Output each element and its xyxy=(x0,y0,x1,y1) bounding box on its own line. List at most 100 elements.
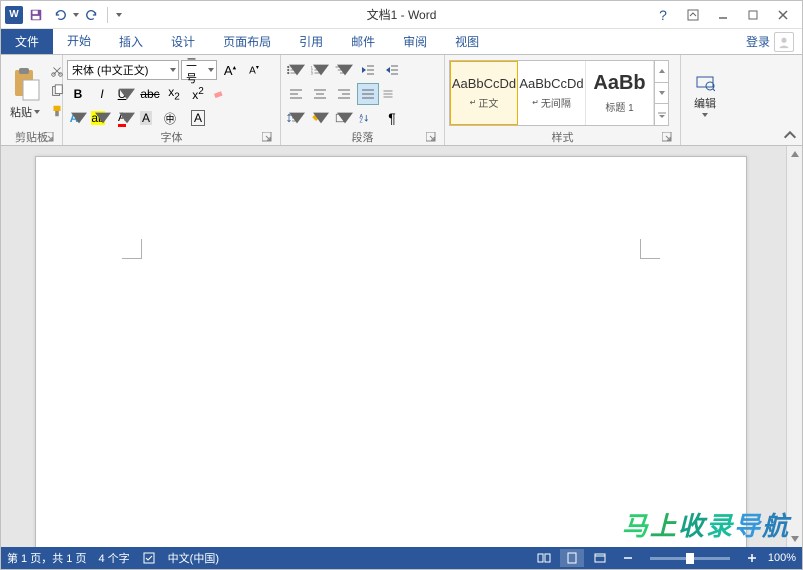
style-heading1[interactable]: AaBb 标题 1 xyxy=(586,61,654,125)
view-web-icon[interactable] xyxy=(588,549,612,567)
close-button[interactable] xyxy=(772,4,794,26)
tab-home[interactable]: 开始 xyxy=(53,29,105,54)
tab-insert[interactable]: 插入 xyxy=(105,29,157,54)
gallery-scroll xyxy=(654,61,668,125)
style-gallery: AaBbCcDd ↵正文 AaBbCcDd ↵无间隔 AaBb 标题 1 xyxy=(449,60,669,126)
zoom-slider[interactable] xyxy=(650,557,730,560)
gallery-up-icon[interactable] xyxy=(655,61,668,83)
help-button[interactable]: ? xyxy=(652,4,674,26)
tab-design[interactable]: 设计 xyxy=(157,29,209,54)
borders-icon[interactable] xyxy=(333,107,355,129)
undo-icon[interactable] xyxy=(49,4,71,26)
scroll-down-icon[interactable] xyxy=(787,531,802,547)
status-word-count[interactable]: 4 个字 xyxy=(98,550,129,566)
paste-button[interactable]: 粘贴 xyxy=(5,57,45,129)
align-right-icon[interactable] xyxy=(333,83,355,105)
char-border-icon[interactable]: A xyxy=(187,107,209,129)
italic-button[interactable]: I xyxy=(91,83,113,105)
tab-references[interactable]: 引用 xyxy=(285,29,337,54)
font-color-icon[interactable]: A xyxy=(115,107,137,129)
font-size-select[interactable]: 二号 xyxy=(181,60,217,80)
multilevel-list-icon[interactable] xyxy=(333,59,355,81)
align-justify-icon[interactable] xyxy=(357,83,379,105)
login-area[interactable]: 登录 xyxy=(746,29,802,54)
numbering-icon[interactable]: 123 xyxy=(309,59,331,81)
group-editing: 编辑 xyxy=(681,55,729,145)
quick-access-toolbar: W xyxy=(1,4,122,26)
style-normal[interactable]: AaBbCcDd ↵正文 xyxy=(450,61,518,125)
ribbon: 粘贴 剪贴板 宋体 (中文正文) 二号 xyxy=(1,54,802,146)
enclose-char-icon[interactable]: ㊥ xyxy=(163,107,185,129)
clear-formatting-icon[interactable] xyxy=(211,83,233,105)
zoom-out-icon[interactable] xyxy=(616,549,640,567)
shading-icon[interactable] xyxy=(309,107,331,129)
bullets-icon[interactable] xyxy=(285,59,307,81)
zoom-in-icon[interactable] xyxy=(740,549,764,567)
undo-dropdown-icon[interactable] xyxy=(73,13,79,17)
ribbon-display-options-icon[interactable] xyxy=(682,4,704,26)
grow-font-icon[interactable]: A▴ xyxy=(219,59,241,81)
strikethrough-icon[interactable]: abc xyxy=(139,83,161,105)
status-bar: 第 1 页，共 1 页 4 个字 中文(中国) 100% xyxy=(1,547,802,569)
minimize-button[interactable] xyxy=(712,4,734,26)
group-label-styles: 样式 xyxy=(449,129,676,145)
align-center-icon[interactable] xyxy=(309,83,331,105)
subscript-icon[interactable]: x2 xyxy=(163,83,185,105)
group-label-clipboard: 剪贴板 xyxy=(5,129,58,145)
save-icon[interactable] xyxy=(25,4,47,26)
qat-customize-icon[interactable] xyxy=(116,13,122,17)
bold-button[interactable]: B xyxy=(67,83,89,105)
tab-view[interactable]: 视图 xyxy=(441,29,493,54)
align-distributed-icon[interactable] xyxy=(381,83,403,105)
group-font: 宋体 (中文正文) 二号 A▴ A▾ B I U abc x2 x2 xyxy=(63,55,281,145)
zoom-level[interactable]: 100% xyxy=(768,552,796,564)
group-label-font: 字体 xyxy=(67,129,276,145)
ribbon-tabs: 文件 开始 插入 设计 页面布局 引用 邮件 审阅 视图 登录 xyxy=(1,29,802,54)
increase-indent-icon[interactable] xyxy=(381,59,403,81)
style-no-spacing[interactable]: AaBbCcDd ↵无间隔 xyxy=(518,61,586,125)
tab-layout[interactable]: 页面布局 xyxy=(209,29,285,54)
tab-file[interactable]: 文件 xyxy=(1,29,53,54)
shrink-font-icon[interactable]: A▾ xyxy=(243,59,265,81)
window-title: 文档1 - Word xyxy=(367,6,437,23)
show-marks-icon[interactable]: ¶ xyxy=(381,107,403,129)
margin-corner-tl xyxy=(122,239,142,259)
view-read-icon[interactable] xyxy=(532,549,556,567)
text-effects-icon[interactable]: A xyxy=(67,107,89,129)
page[interactable] xyxy=(35,156,747,547)
superscript-icon[interactable]: x2 xyxy=(187,83,209,105)
char-shading-icon[interactable]: A xyxy=(139,107,161,129)
vertical-scrollbar[interactable] xyxy=(786,146,802,547)
scroll-up-icon[interactable] xyxy=(787,146,802,162)
line-spacing-icon[interactable] xyxy=(285,107,307,129)
gallery-more-icon[interactable] xyxy=(655,104,668,125)
align-left-icon[interactable] xyxy=(285,83,307,105)
redo-icon[interactable] xyxy=(81,4,103,26)
word-app-icon[interactable]: W xyxy=(5,6,23,24)
status-proofing-icon[interactable] xyxy=(142,551,156,565)
styles-launcher-icon[interactable] xyxy=(662,132,674,144)
gallery-down-icon[interactable] xyxy=(655,83,668,105)
collapse-ribbon-icon[interactable] xyxy=(782,127,798,143)
font-launcher-icon[interactable] xyxy=(262,132,274,144)
title-bar: W 文档1 - Word ? xyxy=(1,1,802,29)
group-paragraph: 123 AZ ¶ 段落 xyxy=(281,55,445,145)
tab-mailings[interactable]: 邮件 xyxy=(337,29,389,54)
clipboard-launcher-icon[interactable] xyxy=(44,132,56,144)
decrease-indent-icon[interactable] xyxy=(357,59,379,81)
status-page[interactable]: 第 1 页，共 1 页 xyxy=(7,550,86,566)
underline-button[interactable]: U xyxy=(115,83,137,105)
tab-review[interactable]: 审阅 xyxy=(389,29,441,54)
sort-icon[interactable]: AZ xyxy=(357,107,379,129)
status-language[interactable]: 中文(中国) xyxy=(168,550,219,566)
group-label-paragraph: 段落 xyxy=(285,129,440,145)
group-styles: AaBbCcDd ↵正文 AaBbCcDd ↵无间隔 AaBb 标题 1 xyxy=(445,55,681,145)
avatar-icon xyxy=(774,32,794,52)
paragraph-launcher-icon[interactable] xyxy=(426,132,438,144)
highlight-icon[interactable]: ab xyxy=(91,107,113,129)
document-area[interactable] xyxy=(1,146,786,547)
editing-button[interactable]: 编辑 xyxy=(690,67,720,119)
restore-button[interactable] xyxy=(742,4,764,26)
view-print-icon[interactable] xyxy=(560,549,584,567)
font-name-select[interactable]: 宋体 (中文正文) xyxy=(67,60,179,80)
